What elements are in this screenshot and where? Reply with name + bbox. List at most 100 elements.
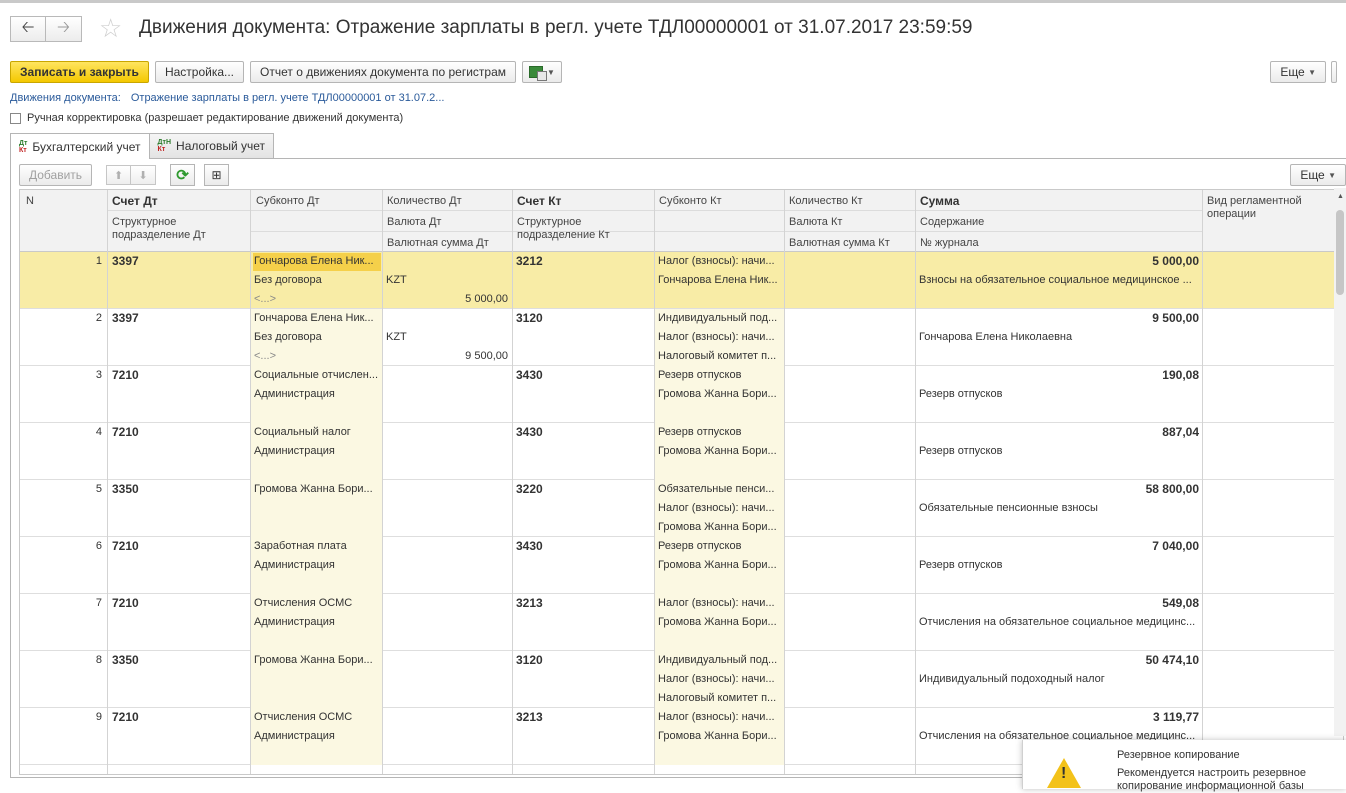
subconto-kt-value[interactable]: Гончарова Елена Ник... [658,271,782,290]
quantity-dt[interactable] [386,594,508,613]
subconto-kt-value[interactable]: Резерв отпусков [658,366,782,385]
currency-dt[interactable] [386,556,508,575]
settings-button[interactable]: Настройка... [154,61,245,83]
table-row[interactable]: 4 7210 Социальный налог Администрация 3430 Ре… [20,423,1335,480]
col-n[interactable]: N [23,192,37,211]
more-button[interactable]: Еще ▼ [1270,61,1326,83]
subconto-dt-value[interactable]: Громова Жанна Бори... [254,480,378,499]
col-struct-dt[interactable]: Структурное подразделение Дт [109,213,249,245]
document-link[interactable]: Отражение зарплаты в регл. учете ТДЛ0000… [131,92,445,104]
account-dt[interactable]: 7210 [112,594,242,613]
export-dropdown-button[interactable]: ▼ [522,61,562,83]
account-kt[interactable]: 3430 [516,366,646,385]
col-summa[interactable]: Сумма [917,192,962,211]
col-struct-kt[interactable]: Структурное подразделение Кт [514,213,652,245]
subconto-kt-value[interactable]: Налоговый комитет п... [658,689,782,708]
forward-button[interactable]: 🡢 [46,16,82,42]
subconto-kt-value[interactable]: Обязательные пенси... [658,480,782,499]
subconto-kt-value[interactable] [658,746,782,765]
subconto-kt-value[interactable]: Налог (взносы): начи... [658,708,782,727]
subconto-dt-value[interactable]: Заработная плата [254,537,378,556]
subconto-dt-value[interactable] [254,670,378,689]
scroll-thumb[interactable] [1336,210,1344,295]
account-dt[interactable]: 7210 [112,537,242,556]
col-zhurnal[interactable]: № журнала [917,234,982,253]
subconto-dt-value[interactable]: Отчисления ОСМС [254,708,378,727]
subconto-dt-value[interactable]: Администрация [254,556,378,575]
amount[interactable]: 9 500,00 [919,309,1199,328]
subconto-kt-value[interactable]: Громова Жанна Бори... [658,556,782,575]
amount[interactable]: 50 474,10 [919,651,1199,670]
table-row[interactable]: 5 3350 Громова Жанна Бори... 3220 Обязательн… [20,480,1335,537]
subconto-dt-value[interactable]: Социальные отчислен... [254,366,378,385]
quantity-dt[interactable] [386,651,508,670]
subconto-dt-value[interactable] [254,404,378,423]
subconto-dt-value[interactable] [254,575,378,594]
quantity-dt[interactable] [386,537,508,556]
currency-dt[interactable]: KZT [386,271,508,290]
vertical-scrollbar[interactable]: ▲ [1334,188,1346,736]
col-subconto-dt[interactable]: Субконто Дт [253,192,323,211]
subconto-dt-value[interactable]: Громова Жанна Бори... [254,651,378,670]
checkbox-box[interactable] [10,112,21,124]
quantity-dt[interactable] [386,252,508,271]
currency-sum-dt[interactable] [386,746,508,765]
subconto-kt-value[interactable]: Налоговый комитет п... [658,347,782,366]
subconto-dt-value[interactable] [254,461,378,480]
currency-sum-dt[interactable] [386,632,508,651]
col-schet-dt[interactable]: Счет Дт [109,192,161,211]
currency-sum-dt[interactable] [386,518,508,537]
subconto-dt-value[interactable] [254,689,378,708]
account-kt[interactable]: 3120 [516,651,646,670]
col-valsum-kt[interactable]: Валютная сумма Кт [786,234,893,253]
description[interactable]: Резерв отпусков [919,442,1199,461]
currency-dt[interactable] [386,442,508,461]
currency-dt[interactable] [386,613,508,632]
subconto-dt-value[interactable]: Социальный налог [254,423,378,442]
account-dt[interactable]: 7210 [112,708,242,727]
subconto-dt-value[interactable]: Администрация [254,727,378,746]
tab-accounting[interactable]: Дт Кт Бухгалтерский учет [10,133,150,159]
subconto-dt-value[interactable]: Без договора [254,328,378,347]
quantity-dt[interactable] [386,309,508,328]
description[interactable]: Индивидуальный подоходный налог [919,670,1199,689]
quantity-dt[interactable] [386,480,508,499]
subconto-dt-value[interactable] [254,499,378,518]
subconto-kt-value[interactable] [658,404,782,423]
amount[interactable]: 5 000,00 [919,252,1199,271]
currency-sum-dt[interactable]: 9 500,00 [386,347,508,366]
subconto-kt-value[interactable]: Налог (взносы): начи... [658,594,782,613]
subconto-kt-value[interactable]: Громова Жанна Бори... [658,518,782,537]
account-kt[interactable]: 3213 [516,594,646,613]
subconto-dt-value[interactable]: Отчисления ОСМС [254,594,378,613]
account-dt[interactable]: 3350 [112,480,242,499]
col-kol-kt[interactable]: Количество Кт [786,192,866,211]
amount[interactable]: 190,08 [919,366,1199,385]
amount[interactable]: 58 800,00 [919,480,1199,499]
table-row[interactable]: 8 3350 Громова Жанна Бори... 3120 Индивидуал… [20,651,1335,708]
subconto-dt-value[interactable] [254,746,378,765]
manual-edit-checkbox[interactable]: Ручная корректировка (разрешает редактир… [10,112,403,124]
col-subconto-kt[interactable]: Субконто Кт [656,192,725,211]
subconto-dt-value[interactable]: <...> [254,347,378,366]
subconto-kt-value[interactable]: Индивидуальный под... [658,651,782,670]
description[interactable]: Резерв отпусков [919,556,1199,575]
col-valuta-kt[interactable]: Валюта Кт [786,213,845,232]
account-kt[interactable]: 3212 [516,252,646,271]
subconto-kt-value[interactable]: Громова Жанна Бори... [658,727,782,746]
subconto-kt-value[interactable]: Налог (взносы): начи... [658,252,782,271]
currency-dt[interactable] [386,670,508,689]
account-kt[interactable]: 3220 [516,480,646,499]
currency-sum-dt[interactable] [386,689,508,708]
subconto-dt-value[interactable] [254,632,378,651]
col-schet-kt[interactable]: Счет Кт [514,192,564,211]
save-and-close-button[interactable]: Записать и закрыть [10,61,149,83]
tab-tax[interactable]: ДтН Кт Налоговый учет [149,133,275,158]
currency-sum-dt[interactable] [386,575,508,594]
currency-sum-dt[interactable] [386,461,508,480]
table-more-button[interactable]: Еще ▼ [1290,164,1346,186]
account-kt[interactable]: 3430 [516,423,646,442]
scroll-up-icon[interactable]: ▲ [1337,193,1344,200]
subconto-dt-value[interactable]: Гончарова Елена Ник... [254,309,378,328]
description[interactable]: Резерв отпусков [919,385,1199,404]
